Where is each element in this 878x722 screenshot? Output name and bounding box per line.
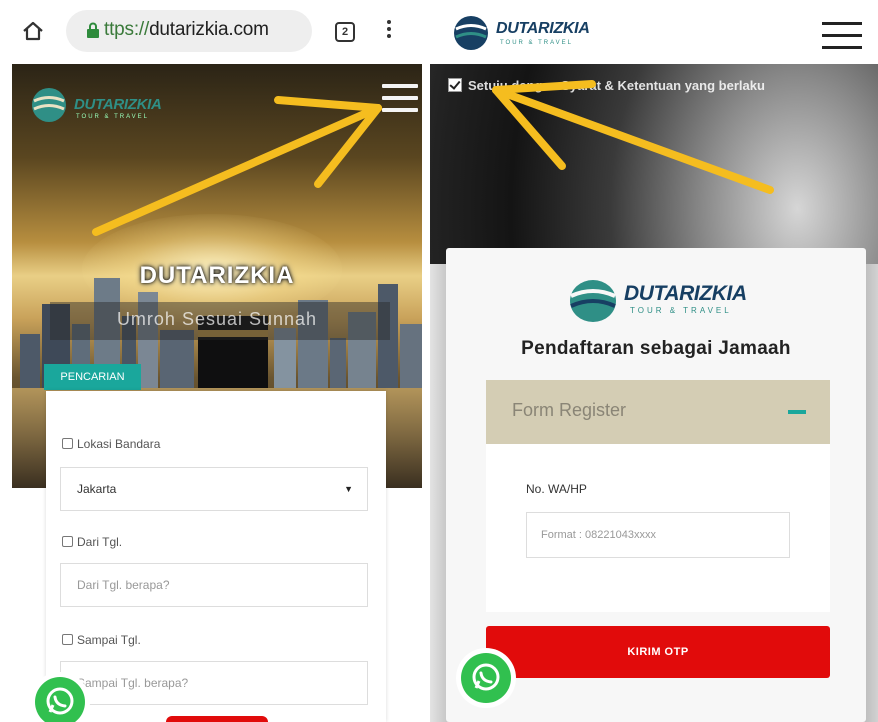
form-register-accordion[interactable]: Form Register [486,380,830,444]
tab-pencarian[interactable]: PENCARIAN [44,364,141,390]
from-date-input[interactable]: Dari Tgl. berapa? [60,563,368,607]
tab-switcher-button[interactable]: 2 [335,22,355,42]
hero-logo-subtext: TOUR & TRAVEL [76,114,150,120]
page-background: Setuju dengan Syarat & Ketentuan yang be… [430,64,878,722]
brand-globe-icon [570,280,616,322]
register-logo-subtext: TOUR & TRAVEL [630,306,732,315]
accordion-body: No. WA/HP Format : 08221043xxxx [486,444,830,612]
browser-toolbar: ttps://dutarizkia.com 2 [0,0,428,64]
calendar-icon [62,536,73,547]
hero-title: DUTARIZKIA [139,262,295,289]
right-screenshot: DUTARIZKIA TOUR & TRAVEL Setuju dengan S… [430,0,878,722]
header-logo[interactable]: DUTARIZKIA TOUR & TRAVEL [452,14,590,57]
phone-input[interactable]: Format : 08221043xxxx [526,512,790,558]
to-date-input[interactable]: Sampai Tgl. berapa? [60,661,368,705]
checkbox-checked-icon[interactable] [448,78,462,92]
brand-globe-icon [32,88,66,122]
to-date-label: Sampai Tgl. [62,633,141,647]
hero-logo[interactable]: DUTARIZKIA TOUR & TRAVEL [30,86,162,129]
register-logo-text: DUTARIZKIA [624,282,747,305]
accordion-title: Form Register [512,400,627,420]
whatsapp-button[interactable] [30,672,90,722]
search-form: Lokasi Bandara Jakarta ▼ Dari Tgl. Dari … [46,391,386,722]
register-card: DUTARIZKIA TOUR & TRAVEL Pendaftaran seb… [446,248,866,722]
overflow-menu-icon[interactable] [386,20,392,42]
airport-label: Lokasi Bandara [62,437,160,451]
map-icon [62,438,73,449]
url-text[interactable]: ttps://dutarizkia.com [104,19,269,41]
terms-checkbox[interactable]: Setuju dengan Syarat & Ketentuan yang be… [448,76,848,96]
collapse-minus-icon[interactable] [788,410,806,414]
left-screenshot: ttps://dutarizkia.com 2 DUTARIZKIA TOUR … [0,0,428,722]
airport-select[interactable]: Jakarta ▼ [60,467,368,511]
hamburger-menu-icon[interactable] [382,84,418,116]
header-logo-text: DUTARIZKIA [496,20,590,37]
caret-down-icon: ▼ [344,484,353,494]
from-date-label: Dari Tgl. [62,535,122,549]
brand-globe-icon [454,16,488,50]
whatsapp-icon [46,687,74,715]
terms-text: Setuju dengan Syarat & Ketentuan yang be… [468,78,765,93]
register-title: Pendaftaran sebagai Jamaah [521,338,791,359]
whatsapp-button[interactable] [456,648,516,708]
calendar-icon [62,634,73,645]
hamburger-menu-icon[interactable] [822,22,862,50]
home-icon[interactable] [22,20,44,42]
phone-label: No. WA/HP [526,482,587,496]
hero-subtitle: Umroh Sesuai Sunnah [116,309,318,329]
register-logo: DUTARIZKIA TOUR & TRAVEL [568,278,747,329]
whatsapp-icon [472,663,500,691]
hero-logo-text: DUTARIZKIA [74,96,162,113]
send-otp-button[interactable]: KIRIM OTP [486,626,830,678]
site-header: DUTARIZKIA TOUR & TRAVEL [430,0,878,64]
lock-icon [87,22,99,38]
search-button[interactable] [166,716,268,722]
header-logo-subtext: TOUR & TRAVEL [500,40,574,46]
